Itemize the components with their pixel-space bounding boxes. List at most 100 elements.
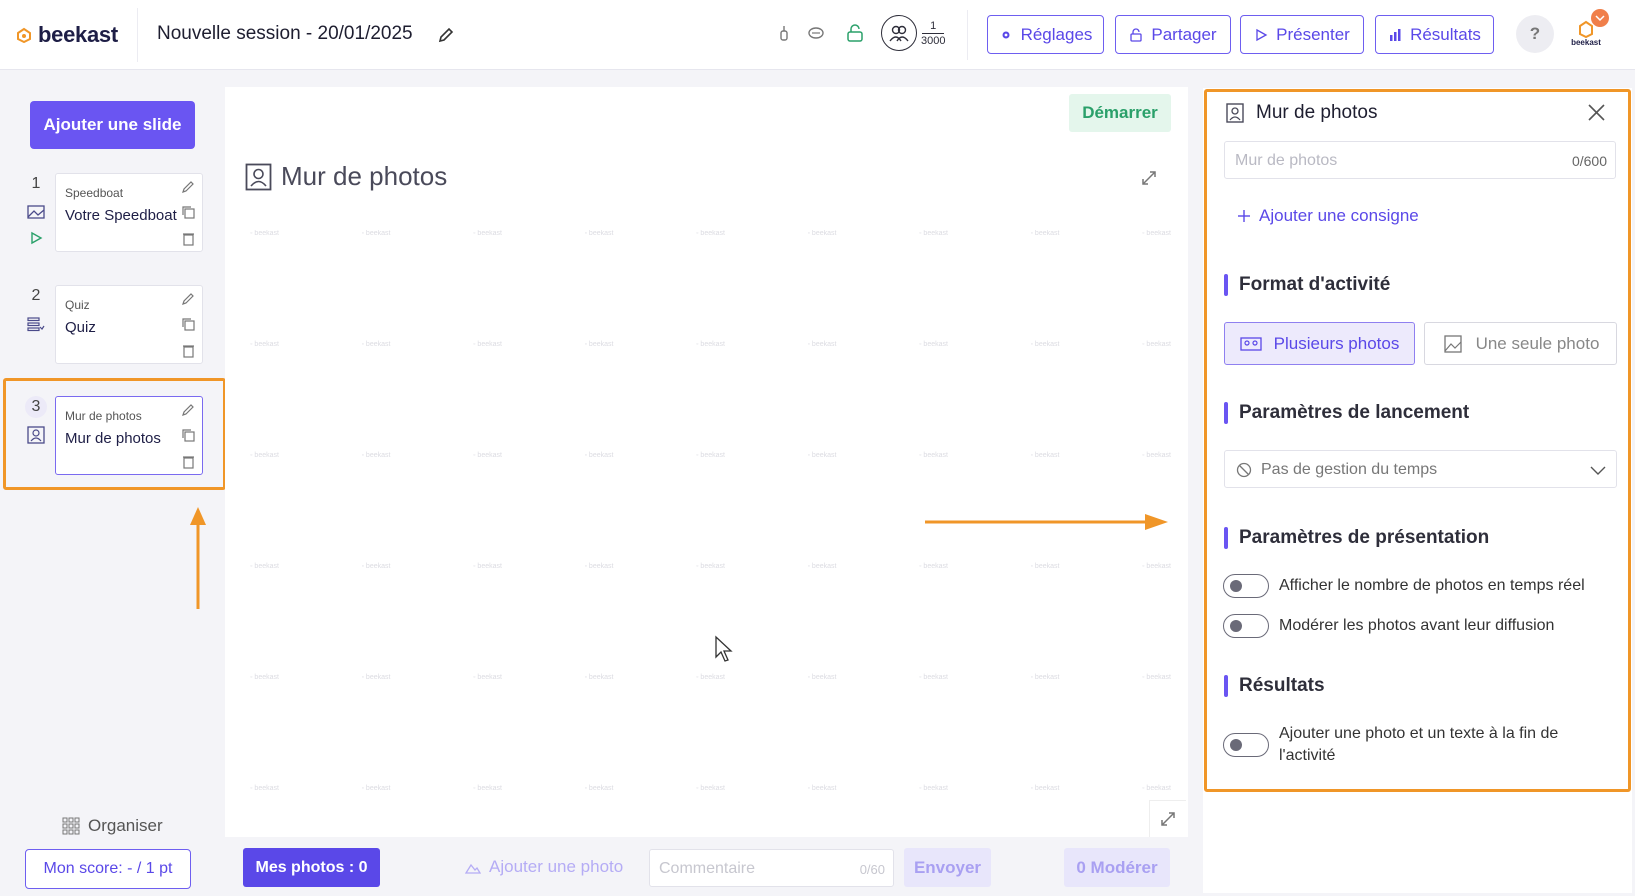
header-divider <box>967 10 968 60</box>
toggle-label: Modérer les photos avant leur diffusion <box>1279 617 1555 634</box>
watermark-text: ◦ beekast <box>1030 563 1060 570</box>
slide-title-input[interactable]: Mur de photos 0/600 <box>1224 141 1616 179</box>
watermark-text: ◦ beekast <box>473 341 502 348</box>
watermark-text: ◦ beekast <box>1142 230 1171 237</box>
gear-icon <box>1002 31 1010 38</box>
trash-icon[interactable] <box>181 231 196 246</box>
comment-input[interactable]: Commentaire 0/60 <box>649 849 894 887</box>
share-button[interactable]: Partager <box>1115 15 1231 54</box>
help-button[interactable]: ? <box>1516 15 1554 53</box>
unlock-icon[interactable] <box>845 23 865 43</box>
my-photos-button[interactable]: Mes photos : 0 <box>243 848 380 887</box>
duplicate-icon[interactable] <box>181 317 196 332</box>
duplicate-icon[interactable] <box>181 205 196 220</box>
watermark-text: ◦ beekast <box>696 452 725 459</box>
start-button[interactable]: Démarrer <box>1069 94 1171 132</box>
watermark-text: ◦ beekast <box>1030 341 1060 348</box>
end-photo-text-toggle[interactable] <box>1223 733 1269 757</box>
watermark-text: ◦ beekast <box>584 785 614 792</box>
watermark-text: ◦ beekast <box>1142 452 1171 459</box>
comment-placeholder: Commentaire <box>659 860 756 877</box>
watermark-text: ◦ beekast <box>250 674 279 681</box>
add-photo-button[interactable]: Ajouter une photo <box>465 857 623 877</box>
grid-icon <box>62 817 80 835</box>
score-button[interactable]: Mon score: - / 1 pt <box>25 849 191 889</box>
title-placeholder: Mur de photos <box>1235 152 1338 169</box>
avatar-label: beekast <box>1571 38 1601 47</box>
presentation-heading: Paramètres de présentation <box>1224 527 1489 549</box>
watermark-text: ◦ beekast <box>919 674 948 681</box>
fullscreen-button[interactable] <box>1149 800 1186 837</box>
chat-bubbles-icon[interactable] <box>806 23 826 43</box>
play-icon[interactable] <box>29 231 43 245</box>
watermark-text: ◦ beekast <box>919 785 948 792</box>
participants-icon <box>881 15 917 51</box>
slide-card[interactable]: Speedboat Votre Speedboat <box>55 173 203 252</box>
slide-card[interactable]: Quiz Quiz <box>55 285 203 364</box>
watermark-text: ◦ beekast <box>919 563 948 570</box>
participants-current: 1 <box>922 19 945 34</box>
live-photo-count-toggle[interactable] <box>1223 574 1269 598</box>
image-icon <box>27 205 45 219</box>
moderate-photos-toggle[interactable] <box>1223 614 1269 638</box>
bar-chart-icon <box>1390 28 1401 41</box>
organize-button[interactable]: Organiser <box>62 816 163 836</box>
watermark-text: ◦ beekast <box>1030 230 1060 237</box>
watermark-text: ◦ beekast <box>1030 785 1060 792</box>
format-single-photo-button[interactable]: Une seule photo <box>1424 322 1617 365</box>
watermark-text: ◦ beekast <box>919 452 948 459</box>
settings-button[interactable]: Réglages <box>987 15 1104 54</box>
annotation-arrow-up <box>190 507 206 609</box>
photo-wall-icon <box>245 163 272 190</box>
mouse-cursor-icon <box>715 635 733 662</box>
expand-icon <box>1161 812 1175 826</box>
edit-title-pencil-icon[interactable] <box>436 25 456 45</box>
watermark-text: ◦ beekast <box>473 785 502 792</box>
watermark-text: ◦ beekast <box>361 563 391 570</box>
watermark-text: ◦ beekast <box>1142 785 1171 792</box>
format-multi-photos-button[interactable]: Plusieurs photos <box>1224 322 1415 365</box>
live-photo-count-toggle-row[interactable]: Afficher le nombre de photos en temps ré… <box>1223 574 1585 598</box>
add-instruction-button[interactable]: Ajouter une consigne <box>1237 206 1419 226</box>
results-button[interactable]: Résultats <box>1375 15 1494 54</box>
beekast-logo[interactable]: beekast <box>16 22 118 48</box>
moderate-photos-toggle-row[interactable]: Modérer les photos avant leur diffusion <box>1223 614 1554 638</box>
close-icon[interactable] <box>1587 103 1606 122</box>
slide-type: Speedboat <box>65 186 124 200</box>
present-button[interactable]: Présenter <box>1240 15 1364 54</box>
single-photo-icon <box>1443 334 1462 353</box>
watermark-text: ◦ beekast <box>361 674 391 681</box>
watermark-text: ◦ beekast <box>361 452 391 459</box>
chevron-down-icon <box>1590 466 1606 475</box>
no-timer-icon <box>1236 462 1252 478</box>
lock-icon <box>1130 27 1143 42</box>
add-slide-button[interactable]: Ajouter une slide <box>30 101 195 149</box>
watermark-text: ◦ beekast <box>584 230 614 237</box>
highlight-box-slide <box>3 378 226 490</box>
watermark-text: ◦ beekast <box>584 341 614 348</box>
slide-item-2[interactable]: 2 Quiz Quiz <box>25 285 203 365</box>
watermark-text: ◦ beekast <box>584 563 614 570</box>
edit-pencil-icon[interactable] <box>181 179 196 194</box>
edit-pencil-icon[interactable] <box>181 291 196 306</box>
header-divider <box>137 8 138 62</box>
moderate-button[interactable]: 0 Modérer <box>1064 848 1170 887</box>
watermark-text: ◦ beekast <box>807 674 837 681</box>
watermark-text: ◦ beekast <box>919 341 948 348</box>
expand-icon[interactable] <box>1140 169 1158 187</box>
photo-wall-icon <box>1226 103 1244 123</box>
watermark-text: ◦ beekast <box>361 230 391 237</box>
hand-raise-icon[interactable] <box>774 23 794 43</box>
slide-item-1[interactable]: 1 Speedboat Votre Speedboat <box>25 173 203 253</box>
watermark-text: ◦ beekast <box>361 785 391 792</box>
time-management-select[interactable]: Pas de gestion du temps <box>1224 450 1617 488</box>
watermark-text: ◦ beekast <box>1142 341 1171 348</box>
participants-counter[interactable]: 1 3000 <box>881 15 945 51</box>
canvas-title: Mur de photos <box>245 161 447 192</box>
play-icon <box>1256 28 1268 41</box>
title-char-count: 0/600 <box>1571 153 1607 169</box>
end-photo-text-toggle-row[interactable]: Ajouter une photo et un texte à la fin d… <box>1223 723 1609 767</box>
trash-icon[interactable] <box>181 343 196 358</box>
watermark-text: ◦ beekast <box>1030 674 1060 681</box>
send-button[interactable]: Envoyer <box>904 848 991 887</box>
